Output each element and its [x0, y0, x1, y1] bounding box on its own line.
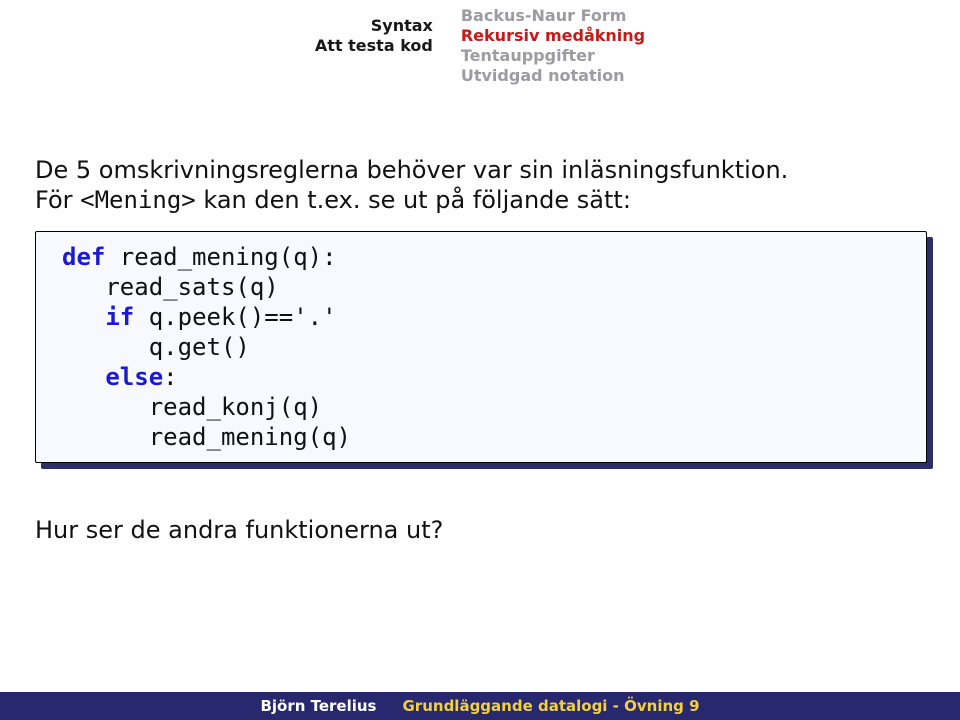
code-panel: def read_mening(q): read_sats(q) if q.pe… — [35, 231, 927, 463]
code-text: q.get() — [62, 333, 250, 361]
nav-subsection[interactable]: Backus-Naur Form — [461, 6, 645, 26]
code-text: read_sats(q) — [62, 273, 279, 301]
text: kan den t.ex. se ut på följande sätt: — [196, 186, 631, 214]
code-text: read_mening(q) — [62, 423, 351, 451]
nav: Syntax Att testa kod Backus-Naur Form Re… — [315, 6, 645, 86]
text: För — [35, 186, 80, 214]
code-keyword: def — [62, 243, 105, 271]
nav-section[interactable]: Att testa kod — [315, 36, 433, 56]
paragraph: Hur ser de andra funktionerna ut? — [35, 515, 927, 545]
header-nav: Syntax Att testa kod Backus-Naur Form Re… — [0, 6, 960, 86]
nav-subsection[interactable]: Utvidgad notation — [461, 66, 645, 86]
code-text: read_konj(q) — [62, 393, 322, 421]
code-keyword: else — [105, 363, 163, 391]
code-text — [62, 303, 105, 331]
code-text: read_mening(q): — [105, 243, 336, 271]
code-text — [62, 363, 105, 391]
footer-author: Björn Terelius — [260, 697, 376, 715]
nav-sections: Syntax Att testa kod — [315, 6, 433, 86]
text: De 5 omskrivningsreglerna behöver var si… — [35, 156, 788, 184]
footer-title: Grundläggande datalogi - Övning 9 — [403, 697, 700, 715]
code-keyword: if — [105, 303, 134, 331]
slide: Syntax Att testa kod Backus-Naur Form Re… — [0, 0, 960, 720]
footer: Björn Terelius Grundläggande datalogi - … — [0, 692, 960, 720]
nav-section[interactable]: Syntax — [315, 16, 433, 36]
code-block: def read_mening(q): read_sats(q) if q.pe… — [35, 231, 927, 463]
paragraph: De 5 omskrivningsreglerna behöver var si… — [35, 155, 927, 215]
inline-code: <Mening> — [80, 186, 196, 214]
code-text: q.peek()=='.' — [134, 303, 336, 331]
nav-subsection[interactable]: Tentauppgifter — [461, 46, 645, 66]
nav-subsection[interactable]: Rekursiv medåkning — [461, 26, 645, 46]
content: De 5 omskrivningsreglerna behöver var si… — [35, 155, 927, 545]
code-text: : — [163, 363, 177, 391]
nav-subsections: Backus-Naur Form Rekursiv medåkning Tent… — [461, 6, 645, 86]
